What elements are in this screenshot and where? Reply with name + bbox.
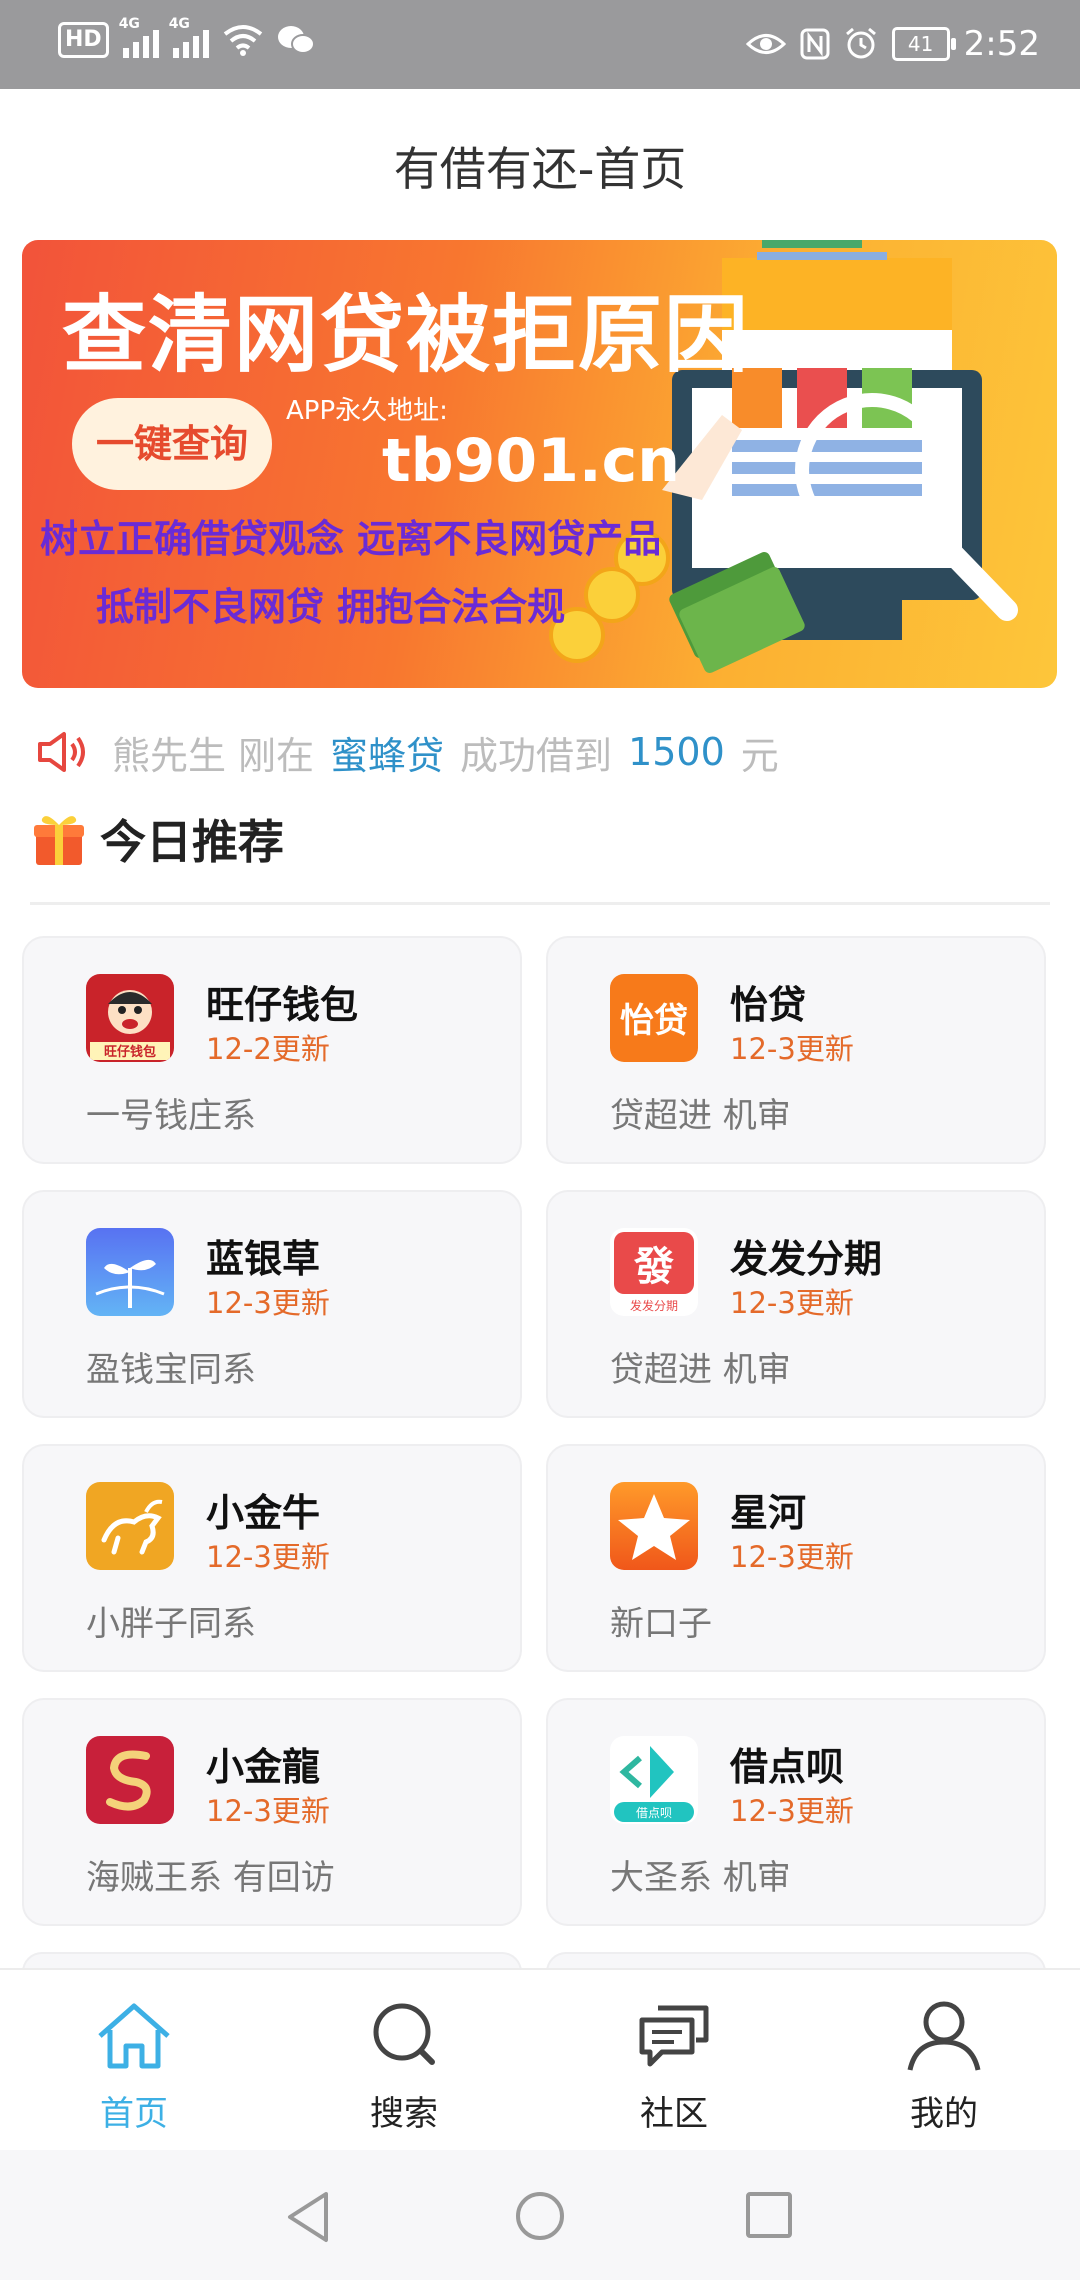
app-logo-icon xyxy=(86,1228,174,1316)
card-title: 怡贷 xyxy=(730,983,807,1027)
card-update: 12-2更新 xyxy=(206,1032,330,1066)
card-update: 12-3更新 xyxy=(206,1540,330,1574)
section-title: 今日推荐 xyxy=(100,815,284,869)
system-nav-bar xyxy=(0,2150,1080,2280)
svg-text:發: 發 xyxy=(633,1244,674,1290)
banner-url: tb901.cn xyxy=(382,426,680,496)
hd-icon: HD xyxy=(58,22,109,58)
loan-card[interactable]: 借点呗 借点呗 12-3更新 大圣系 机审 xyxy=(546,1698,1046,1926)
tab-search[interactable]: 搜索 xyxy=(304,2000,504,2135)
loan-card[interactable]: 旺仔钱包 旺仔钱包 12-2更新 一号钱庄系 xyxy=(22,936,522,1164)
card-desc: 大圣系 机审 xyxy=(610,1858,791,1898)
alarm-icon xyxy=(845,27,876,59)
svg-text:发发分期: 发发分期 xyxy=(630,1298,678,1313)
loan-card[interactable]: 小金牛 12-3更新 小胖子同系 xyxy=(22,1444,522,1672)
loan-card[interactable]: 怡贷 怡贷 12-3更新 贷超进 机审 xyxy=(546,936,1046,1164)
card-desc: 小胖子同系 xyxy=(86,1604,256,1644)
banner-slogan-2: 抵制不良网贷 拥抱合法合规 xyxy=(96,585,566,629)
notice-unit: 元 xyxy=(740,733,779,778)
banner-headline: 查清网贷被拒原因 xyxy=(62,286,751,384)
tab-me[interactable]: 我的 xyxy=(844,2000,1044,2135)
home-icon xyxy=(98,2003,170,2069)
app-logo-icon: 怡贷 xyxy=(610,974,698,1062)
card-desc: 贷超进 机审 xyxy=(610,1350,791,1390)
wifi-icon xyxy=(223,25,262,56)
app-logo-icon xyxy=(610,1482,698,1570)
wechat-icon xyxy=(277,26,315,54)
search-icon xyxy=(373,2003,435,2065)
signal-4g-icon: 4G xyxy=(119,16,159,58)
svg-text:旺仔钱包: 旺仔钱包 xyxy=(104,1044,156,1060)
notice-text-2: 成功借到 xyxy=(460,733,613,778)
back-icon[interactable] xyxy=(284,2190,334,2244)
app-logo-icon xyxy=(86,1736,174,1824)
promo-banner[interactable]: 查清网贷被拒原因 一键查询 APP永久地址: tb901.cn 树立正确借贷观念… xyxy=(22,240,1057,688)
app-logo-icon xyxy=(86,1482,174,1570)
card-desc: 新口子 xyxy=(610,1604,712,1644)
card-title: 小金龍 xyxy=(206,1745,321,1789)
card-update: 12-3更新 xyxy=(730,1032,854,1066)
banner-slogan-1: 树立正确借贷观念 远离不良网贷产品 xyxy=(40,517,662,561)
app-logo-icon: 旺仔钱包 xyxy=(86,974,174,1062)
card-update: 12-3更新 xyxy=(206,1286,330,1320)
tab-community-label: 社区 xyxy=(640,2094,708,2134)
app-logo-icon: 發 发发分期 xyxy=(610,1228,698,1316)
gift-icon xyxy=(34,816,84,865)
svg-text:借点呗: 借点呗 xyxy=(636,1806,672,1820)
user-icon xyxy=(907,2001,981,2071)
notice-name: 熊先生 xyxy=(112,733,227,778)
banner-query-button[interactable]: 一键查询 xyxy=(72,398,272,490)
battery-icon: 41 xyxy=(891,27,956,61)
tab-home-label: 首页 xyxy=(100,2094,168,2134)
page-title: 有借有还-首页 xyxy=(393,142,687,196)
tab-community[interactable]: 社区 xyxy=(574,2000,774,2135)
card-update: 12-3更新 xyxy=(206,1794,330,1828)
bottom-nav: 首页 搜索 社区 我的 xyxy=(0,1968,1080,2150)
recents-icon[interactable] xyxy=(744,2190,794,2240)
card-desc: 海贼王系 有回访 xyxy=(86,1858,335,1898)
section-header: 今日推荐 xyxy=(32,806,284,872)
status-left: HD 4G 4G xyxy=(58,16,315,58)
card-desc: 盈钱宝同系 xyxy=(86,1350,256,1390)
notice-text-1: 刚在 xyxy=(238,733,315,778)
card-title: 小金牛 xyxy=(206,1491,321,1535)
card-title: 发发分期 xyxy=(730,1237,883,1281)
title-bar: 有借有还-首页 xyxy=(0,89,1080,237)
chat-icon xyxy=(639,2005,709,2067)
clock: 2:52 xyxy=(963,24,1040,64)
eye-icon xyxy=(745,34,786,54)
svg-text:怡贷: 怡贷 xyxy=(620,1001,688,1041)
home-circle-icon[interactable] xyxy=(514,2190,566,2242)
banner-url-label: APP永久地址: xyxy=(286,396,448,426)
card-title: 星河 xyxy=(730,1491,807,1535)
card-title: 借点呗 xyxy=(730,1745,845,1789)
notice-platform: 蜜蜂贷 xyxy=(330,733,445,778)
card-update: 12-3更新 xyxy=(730,1794,854,1828)
signal-4g-icon: 4G xyxy=(169,16,209,58)
card-update: 12-3更新 xyxy=(730,1286,854,1320)
card-title: 蓝银草 xyxy=(206,1237,321,1281)
tab-home[interactable]: 首页 xyxy=(34,2000,234,2135)
status-bar: HD 4G 4G 41 2:52 xyxy=(0,0,1080,89)
card-title: 旺仔钱包 xyxy=(206,983,359,1027)
loan-card[interactable]: 星河 12-3更新 新口子 xyxy=(546,1444,1046,1672)
app-logo-icon: 借点呗 xyxy=(610,1736,698,1824)
speaker-icon xyxy=(38,732,85,772)
card-desc: 一号钱庄系 xyxy=(86,1096,256,1136)
loan-notice: 熊先生 刚在 蜜蜂贷 成功借到 1500 元 xyxy=(36,722,785,782)
card-update: 12-3更新 xyxy=(730,1540,854,1574)
loan-card[interactable]: 小金龍 12-3更新 海贼王系 有回访 xyxy=(22,1698,522,1926)
section-divider xyxy=(30,902,1050,905)
loan-card[interactable]: 發 发发分期 发发分期 12-3更新 贷超进 机审 xyxy=(546,1190,1046,1418)
card-desc: 贷超进 机审 xyxy=(610,1096,791,1136)
tab-search-label: 搜索 xyxy=(370,2094,438,2134)
notice-amount: 1500 xyxy=(628,730,725,774)
tab-me-label: 我的 xyxy=(910,2094,978,2134)
loan-card[interactable]: 蓝银草 12-3更新 盈钱宝同系 xyxy=(22,1190,522,1418)
status-right: 41 2:52 xyxy=(745,22,1040,66)
nfc-icon xyxy=(800,28,830,60)
